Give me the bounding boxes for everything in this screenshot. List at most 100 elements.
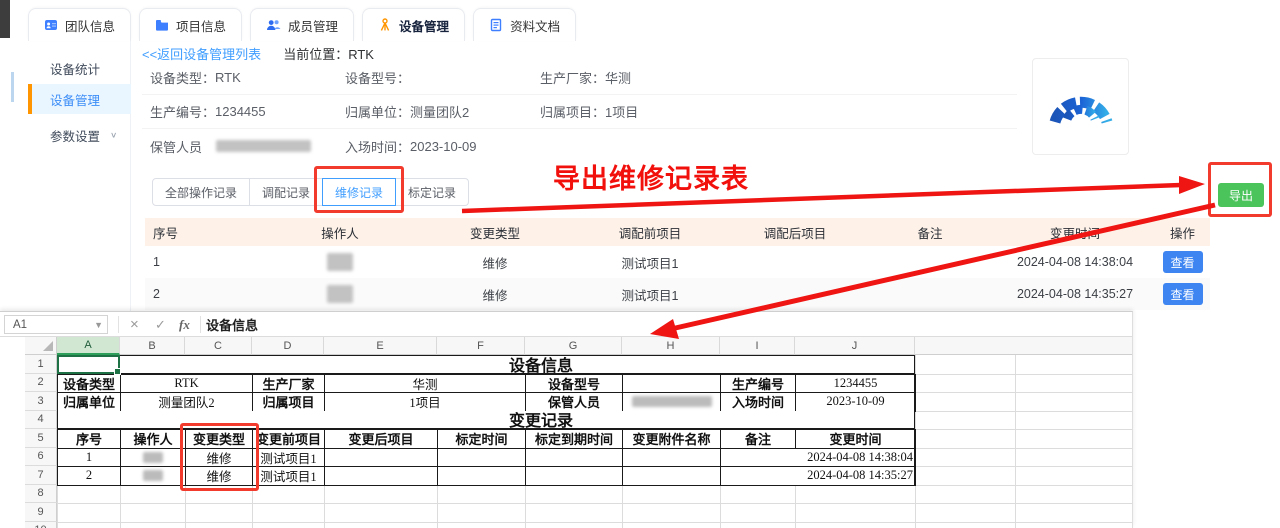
sheet-cell-E2[interactable]: 华测	[324, 374, 526, 394]
excel-name-box[interactable]: A1 ▼	[4, 315, 108, 334]
view-button[interactable]: 查看	[1163, 251, 1203, 273]
row-header-5[interactable]: 5	[25, 429, 57, 448]
records-cell	[725, 246, 865, 278]
row-header-8[interactable]: 8	[25, 485, 57, 504]
sheet-cell-D3[interactable]: 归属项目	[252, 392, 325, 412]
sheet-cell-H2[interactable]	[622, 374, 721, 394]
gridline	[25, 522, 1133, 523]
select-all-corner[interactable]	[25, 337, 57, 355]
sheet-cell-E6[interactable]	[324, 448, 438, 468]
sheet-cell-A2[interactable]: 设备类型	[57, 374, 121, 394]
redacted-cell-value	[143, 470, 163, 481]
row-header-3[interactable]: 3	[25, 392, 57, 411]
records-table-header: 序号操作人变更类型调配前项目调配后项目备注变更时间操作	[145, 218, 1210, 246]
sheet-cell-F7[interactable]	[437, 466, 526, 486]
view-button[interactable]: 查看	[1163, 283, 1203, 305]
sheet-cell-J3[interactable]: 2023-10-09	[795, 392, 916, 412]
cancel-icon[interactable]: ×	[130, 312, 139, 337]
sheet-cell-D7[interactable]: 测试项目1	[252, 466, 325, 486]
row-header-7[interactable]: 7	[25, 466, 57, 485]
tab-team[interactable]: 团队信息	[28, 8, 131, 41]
sidebar-item-2[interactable]: 设备管理	[28, 84, 131, 114]
sheet-cell-H3[interactable]	[622, 392, 721, 412]
sidebar-item-label: 参数设置	[50, 126, 100, 145]
sheet-cell-F6[interactable]	[437, 448, 526, 468]
sheet-cell-I5[interactable]: 备注	[720, 429, 796, 449]
redacted-value	[216, 140, 311, 152]
arch-logo-icon	[1044, 70, 1118, 144]
excel-name-box-value: A1	[13, 319, 27, 331]
device-field: 归属项目：1项目	[540, 102, 638, 121]
tab-folder[interactable]: 项目信息	[139, 8, 242, 41]
sheet-cell-H5[interactable]: 变更附件名称	[622, 429, 721, 449]
sheet-cell-G2[interactable]: 设备型号	[525, 374, 623, 394]
sheet-cell-A6[interactable]: 1	[57, 448, 121, 468]
record-tab-调配记录[interactable]: 调配记录	[249, 178, 323, 206]
column-header-J[interactable]: J	[795, 337, 915, 355]
maintenance-records-table: 序号操作人变更类型调配前项目调配后项目备注变更时间操作1维修测试项目12024-…	[145, 218, 1210, 310]
records-header-操作人: 操作人	[265, 218, 415, 246]
device-info-row: 设备类型：RTK设备型号：生产厂家：华测	[142, 61, 1017, 95]
sheet-cell-B7[interactable]	[120, 466, 186, 486]
sheet-cell-E5[interactable]: 变更后项目	[324, 429, 438, 449]
insert-function-icon[interactable]: fx	[179, 312, 190, 337]
records-cell: 测试项目1	[575, 246, 725, 278]
sheet-cell-E7[interactable]	[324, 466, 438, 486]
sheet-cell-G7[interactable]	[525, 466, 623, 486]
tab-label: 资料文档	[510, 16, 560, 35]
sidebar-item-1[interactable]: 设备统计	[28, 53, 131, 83]
tab-document[interactable]: 资料文档	[473, 8, 576, 41]
back-to-device-list-link[interactable]: <<返回设备管理列表	[142, 44, 261, 63]
tab-tripod[interactable]: 设备管理	[362, 8, 465, 41]
row-header-10[interactable]: 10	[25, 522, 57, 528]
sheet-cell-D2[interactable]: 生产厂家	[252, 374, 325, 394]
column-header-D[interactable]: D	[252, 337, 324, 355]
sheet-cell-I7[interactable]: 2024-04-08 14:35:27	[720, 466, 916, 486]
record-tab-全部操作记录[interactable]: 全部操作记录	[152, 178, 250, 206]
sheet-title-设备信息[interactable]: 设备信息	[57, 355, 915, 374]
redacted-cell-value	[143, 452, 163, 463]
column-header-B[interactable]: B	[120, 337, 185, 355]
device-field: 生产编号：1234455	[150, 102, 266, 121]
records-cell	[265, 278, 415, 310]
highlight-box-export	[1208, 162, 1272, 217]
column-header-A[interactable]: A	[57, 337, 120, 355]
sheet-cell-B5[interactable]: 操作人	[120, 429, 186, 449]
formula-bar-value[interactable]: 设备信息	[206, 312, 258, 337]
sheet-cell-J2[interactable]: 1234455	[795, 374, 916, 394]
sheet-cell-A3[interactable]: 归属单位	[57, 392, 121, 412]
sheet-cell-B3[interactable]: 测量团队2	[120, 392, 253, 412]
record-tab-标定记录[interactable]: 标定记录	[395, 178, 469, 206]
records-header-调配后项目: 调配后项目	[725, 218, 865, 246]
sheet-cell-B2[interactable]: RTK	[120, 374, 253, 394]
sheet-cell-A7[interactable]: 2	[57, 466, 121, 486]
row-header-9[interactable]: 9	[25, 503, 57, 522]
sheet-cell-H6[interactable]	[622, 448, 721, 468]
sheet-cell-I2[interactable]: 生产编号	[720, 374, 796, 394]
name-box-dropdown-icon[interactable]: ▼	[94, 320, 103, 330]
sheet-cell-I3[interactable]: 入场时间	[720, 392, 796, 412]
sheet-cell-H7[interactable]	[622, 466, 721, 486]
sheet-cell-F5[interactable]: 标定时间	[437, 429, 526, 449]
column-header-H[interactable]: H	[622, 337, 720, 355]
sheet-cell-D5[interactable]: 变更前项目	[252, 429, 325, 449]
sheet-cell-I6[interactable]: 2024-04-08 14:38:04	[720, 448, 916, 468]
sheet-cell-B6[interactable]	[120, 448, 186, 468]
row-header-1[interactable]: 1	[25, 355, 57, 374]
records-action-cell: 查看	[1155, 278, 1210, 310]
column-header-I[interactable]: I	[720, 337, 795, 355]
enter-icon[interactable]: ✓	[155, 312, 166, 337]
column-header-C[interactable]: C	[185, 337, 252, 355]
tab-members[interactable]: 成员管理	[250, 8, 354, 41]
sheet-cell-J5[interactable]: 变更时间	[795, 429, 916, 449]
document-icon	[489, 18, 503, 32]
row-header-4[interactable]: 4	[25, 411, 57, 430]
sheet-cell-G5[interactable]: 标定到期时间	[525, 429, 623, 449]
sheet-cell-G6[interactable]	[525, 448, 623, 468]
row-header-6[interactable]: 6	[25, 448, 57, 467]
sidebar-item-3[interactable]: 参数设置∨	[28, 120, 131, 150]
sheet-cell-D6[interactable]: 测试项目1	[252, 448, 325, 468]
row-header-2[interactable]: 2	[25, 374, 57, 393]
tab-label: 设备管理	[399, 16, 449, 35]
sheet-cell-A5[interactable]: 序号	[57, 429, 121, 449]
